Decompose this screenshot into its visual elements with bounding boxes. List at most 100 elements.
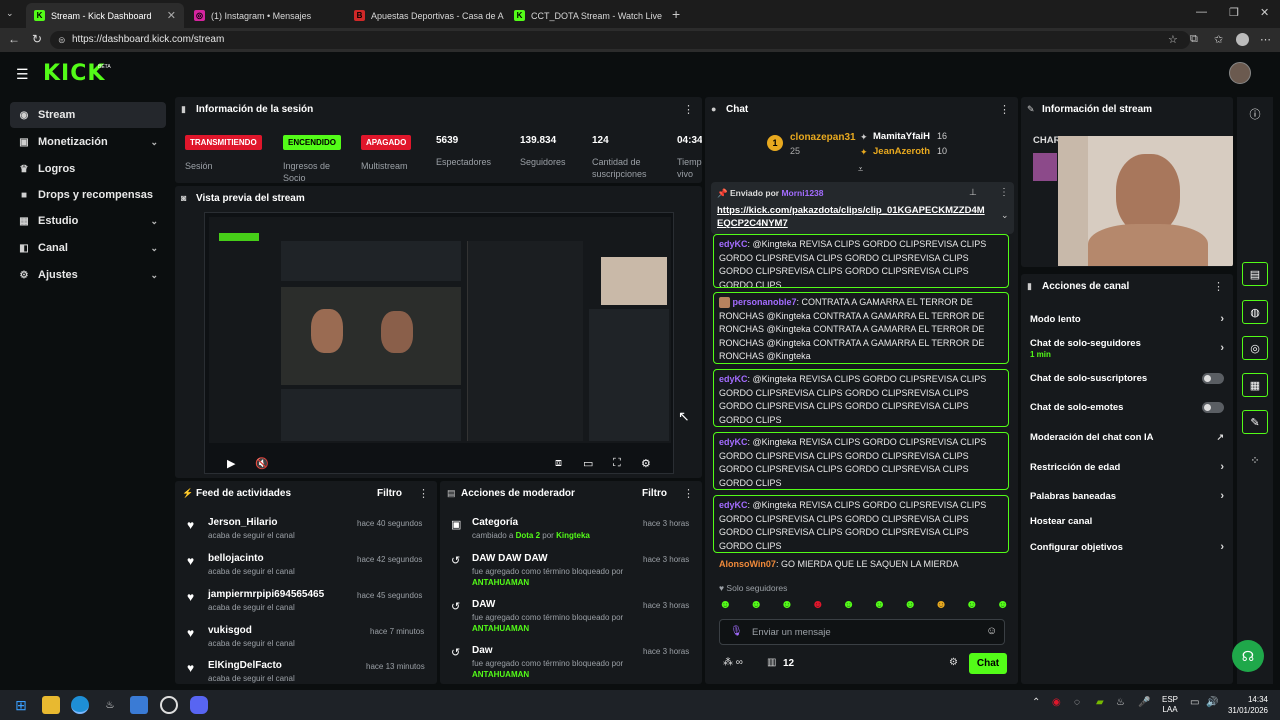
microphone-icon[interactable]: 🎙 bbox=[730, 626, 743, 637]
maximize-button[interactable]: ❐ bbox=[1229, 6, 1239, 19]
chat-message[interactable]: edyKC: @Kingteka REVISA CLIPS GORDO CLIP… bbox=[713, 432, 1009, 490]
panel-menu-icon[interactable]: ⋮ bbox=[1213, 280, 1224, 293]
close-window-button[interactable]: ✕ bbox=[1260, 6, 1269, 19]
chat-username[interactable]: AlonsoWin07 bbox=[719, 559, 776, 569]
action-solo-seguidores[interactable]: Chat de solo-seguidores 1 min › bbox=[1030, 338, 1224, 364]
unpin-icon[interactable]: ⊥ bbox=[969, 187, 977, 198]
panel-menu-icon[interactable]: ⋮ bbox=[418, 487, 429, 500]
panel-menu-icon[interactable]: ⋮ bbox=[999, 103, 1010, 116]
follower-name[interactable]: jampiermrpipi694565465 bbox=[208, 589, 324, 600]
emote-icon[interactable]: ☻ bbox=[719, 597, 732, 613]
network-icon[interactable]: ▭ bbox=[1190, 697, 1199, 708]
chat-bubble-icon[interactable]: ◍ bbox=[1242, 300, 1268, 324]
leader-name[interactable]: MamitaYfaiH bbox=[873, 131, 930, 142]
panel-menu-icon[interactable]: ⋮ bbox=[683, 487, 694, 500]
extensions-icon[interactable]: ⧉ bbox=[1190, 33, 1198, 46]
broadcast-icon[interactable]: ◎ bbox=[1242, 336, 1268, 360]
user-avatar[interactable] bbox=[1229, 62, 1251, 84]
chat-input[interactable]: 🎙 Enviar un mensaje ☺ bbox=[719, 619, 1005, 645]
tray-app-icon[interactable]: ◉ bbox=[1052, 697, 1061, 708]
chat-username[interactable]: edyKC bbox=[719, 437, 748, 447]
viewer-list-icon[interactable]: ▥ bbox=[767, 657, 776, 668]
minimize-button[interactable]: — bbox=[1196, 6, 1207, 18]
emote-icon[interactable]: ☻ bbox=[750, 597, 763, 613]
moderator-link[interactable]: ANTAHUAMAN bbox=[472, 670, 529, 679]
sidebar-item-estudio[interactable]: ▦ Estudio ⌄ bbox=[10, 208, 166, 234]
follower-name[interactable]: ElKingDelFacto bbox=[208, 660, 282, 671]
chat-username[interactable]: edyKC bbox=[719, 239, 748, 249]
filter-button[interactable]: Filtro bbox=[642, 488, 667, 499]
chat-message[interactable]: edyKC: @Kingteka REVISA CLIPS GORDO CLIP… bbox=[713, 369, 1009, 427]
tray-chevron-icon[interactable]: ⌃ bbox=[1032, 697, 1040, 708]
microphone-icon[interactable]: 🎤 bbox=[1138, 697, 1150, 708]
action-solo-emotes[interactable]: Chat de solo-emotes bbox=[1030, 402, 1224, 413]
emote-icon[interactable]: ☻ bbox=[873, 597, 886, 613]
more-menu-icon[interactable]: ⋯ bbox=[1260, 33, 1271, 46]
chat-settings-icon[interactable]: ⚙ bbox=[949, 657, 958, 668]
panel-menu-icon[interactable]: ⋮ bbox=[683, 103, 694, 116]
emote-icon[interactable]: ☻ bbox=[811, 597, 824, 613]
kick-logo[interactable]: KICK bbox=[43, 61, 105, 86]
steam-icon[interactable]: ♨ bbox=[101, 696, 119, 714]
chat-users-icon[interactable]: ⁂ ∞ bbox=[723, 657, 743, 668]
windows-start-icon[interactable]: ⊞ bbox=[12, 696, 30, 714]
mod-shield-icon[interactable]: ▦ bbox=[1242, 373, 1268, 397]
clock[interactable]: 14:34 31/01/2026 bbox=[1222, 694, 1268, 716]
support-headset-icon[interactable]: ☊ bbox=[1232, 640, 1264, 672]
sidebar-item-monetizacion[interactable]: ▣ Monetización ⌄ bbox=[10, 129, 166, 155]
language-indicator[interactable]: ESP LAA bbox=[1162, 695, 1178, 715]
moderator-link[interactable]: ANTAHUAMAN bbox=[472, 578, 529, 587]
chat-message[interactable]: AlonsoWin07: GO MIERDA QUE LE SAQUEN LA … bbox=[719, 559, 959, 569]
leader-name[interactable]: clonazepan31 bbox=[790, 132, 856, 143]
document-icon[interactable]: ▤ bbox=[1242, 262, 1268, 286]
tab-cct-dota[interactable]: K CCT_DOTA Stream - Watch Live on bbox=[506, 3, 664, 28]
fullscreen-icon[interactable]: ⛶ bbox=[613, 457, 621, 470]
action-moderacion-ia[interactable]: Moderación del chat con IA ↗ bbox=[1030, 432, 1224, 443]
collapse-leaderboard-icon[interactable]: ⩡ bbox=[858, 164, 863, 175]
stream-video[interactable]: ▶ 🔇 ⧈ ▭ ⛶ ⚙ bbox=[204, 212, 674, 474]
emote-icon[interactable]: ☻ bbox=[842, 597, 855, 613]
action-configurar-objetivos[interactable]: Configurar objetivos › bbox=[1030, 541, 1224, 553]
mute-icon[interactable]: 🔇 bbox=[255, 457, 269, 470]
favorites-icon[interactable]: ✩ bbox=[1214, 33, 1223, 46]
sidebar-item-canal[interactable]: ◧ Canal ⌄ bbox=[10, 235, 166, 261]
tab-list-icon[interactable]: ⌄ bbox=[6, 8, 14, 19]
toggle-switch[interactable] bbox=[1202, 373, 1224, 384]
clip-icon[interactable]: ⧈ bbox=[555, 457, 562, 470]
follower-name[interactable]: Jerson_Hilario bbox=[208, 517, 277, 528]
action-modo-lento[interactable]: Modo lento › bbox=[1030, 313, 1224, 325]
steam-tray-icon[interactable]: ♨ bbox=[1116, 697, 1125, 708]
leader-name[interactable]: JeanAzeroth bbox=[873, 146, 930, 157]
file-explorer-icon[interactable] bbox=[42, 696, 60, 714]
theater-mode-icon[interactable]: ▭ bbox=[583, 457, 593, 470]
chat-message[interactable]: edyKC: @Kingteka REVISA CLIPS GORDO CLIP… bbox=[713, 495, 1009, 553]
chat-message[interactable]: edyKC: @Kingteka REVISA CLIPS GORDO CLIP… bbox=[713, 234, 1009, 288]
site-info-icon[interactable]: ⊜ bbox=[58, 31, 66, 49]
follower-name[interactable]: vukisgod bbox=[208, 625, 252, 636]
volume-icon[interactable]: 🔊 bbox=[1206, 697, 1218, 708]
reload-button[interactable]: ↻ bbox=[32, 32, 42, 46]
follower-name[interactable]: bellojacinto bbox=[208, 553, 264, 564]
discord-icon[interactable] bbox=[190, 696, 208, 714]
emoji-icon[interactable]: ☺ bbox=[986, 625, 997, 637]
tab-instagram[interactable]: ◎ (1) Instagram • Mensajes bbox=[186, 3, 344, 28]
action-hostear-canal[interactable]: Hostear canal bbox=[1030, 516, 1224, 527]
filter-button[interactable]: Filtro bbox=[377, 488, 402, 499]
moderator-link[interactable]: Kingteka bbox=[556, 531, 590, 540]
toggle-switch[interactable] bbox=[1202, 402, 1224, 413]
profile-avatar[interactable] bbox=[1236, 33, 1249, 46]
favorite-star-icon[interactable]: ☆ bbox=[1168, 33, 1178, 46]
action-restriccion-edad[interactable]: Restricción de edad › bbox=[1030, 461, 1224, 473]
emote-icon[interactable]: ☻ bbox=[904, 597, 917, 613]
sidebar-item-logros[interactable]: ♛ Logros bbox=[10, 156, 166, 182]
emote-icon[interactable]: ☻ bbox=[935, 597, 948, 613]
notepad-icon[interactable] bbox=[130, 696, 148, 714]
chat-username[interactable]: edyKC bbox=[719, 374, 748, 384]
tab-kick-dashboard[interactable]: K Stream - Kick Dashboard ✕ bbox=[26, 3, 184, 28]
wrench-icon[interactable]: ✎ bbox=[1242, 410, 1268, 434]
back-button[interactable]: ← bbox=[8, 32, 20, 46]
sidebar-item-drops[interactable]: ■ Drops y recompensas bbox=[10, 182, 166, 208]
info-icon[interactable]: ⓘ bbox=[1240, 102, 1270, 126]
users-icon[interactable]: ⁘ bbox=[1240, 448, 1270, 472]
pinned-link[interactable]: https://kick.com/pakazdota/clips/clip_01… bbox=[717, 204, 985, 230]
